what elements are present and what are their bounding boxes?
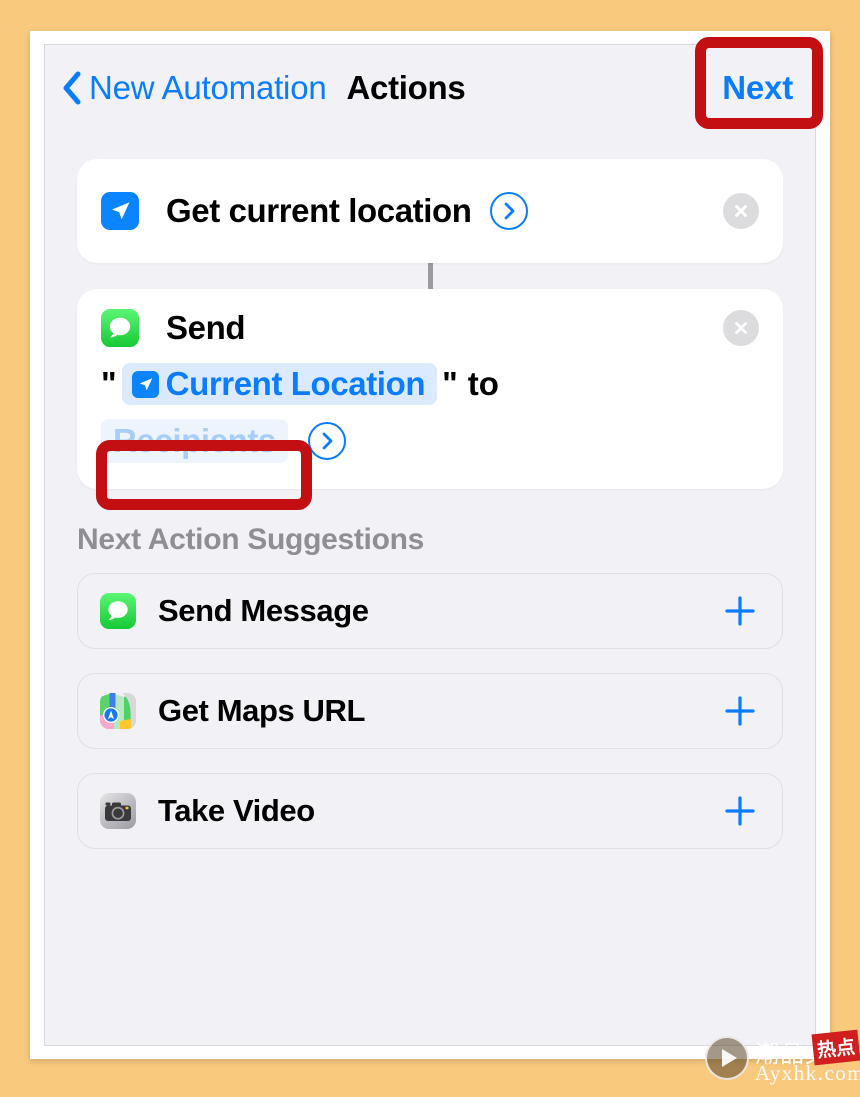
page-title: Actions bbox=[346, 69, 466, 106]
suggestion-row[interactable]: Get Maps URL bbox=[77, 673, 783, 749]
messages-icon bbox=[101, 309, 139, 347]
back-button-label[interactable]: New Automation bbox=[89, 69, 327, 107]
content-area: Get current location Send " Current Loca… bbox=[45, 159, 815, 849]
next-button[interactable]: Next bbox=[722, 69, 793, 107]
location-arrow-icon bbox=[101, 192, 139, 230]
chevron-right-circle-icon[interactable] bbox=[489, 192, 528, 230]
action-card-send-message[interactable]: Send " Current Location " to Recipients bbox=[77, 289, 783, 489]
variable-token-current-location[interactable]: Current Location bbox=[121, 363, 438, 405]
send-content-row: " Current Location " to bbox=[101, 363, 759, 405]
quote-open: " bbox=[101, 365, 117, 402]
action-card-get-current-location[interactable]: Get current location bbox=[77, 159, 783, 263]
send-recipients-row: Recipients bbox=[101, 419, 759, 463]
plus-icon[interactable] bbox=[720, 591, 760, 631]
suggestion-label: Send Message bbox=[158, 593, 369, 628]
location-arrow-icon bbox=[131, 370, 159, 398]
action-title: Send bbox=[166, 309, 246, 346]
suggestion-label: Take Video bbox=[158, 793, 315, 828]
action-title: Get current location bbox=[166, 192, 472, 229]
send-action-header-row: Send bbox=[101, 309, 759, 347]
suggestion-row[interactable]: Take Video bbox=[77, 773, 783, 849]
close-circle-icon[interactable] bbox=[723, 310, 759, 346]
suggestion-label: Get Maps URL bbox=[158, 693, 366, 728]
plus-icon[interactable] bbox=[720, 791, 760, 831]
chevron-left-icon[interactable] bbox=[59, 68, 85, 108]
suggestion-row[interactable]: Send Message bbox=[77, 573, 783, 649]
recipients-field[interactable]: Recipients bbox=[101, 419, 288, 463]
quote-close: " bbox=[442, 365, 458, 402]
camera-icon bbox=[100, 793, 136, 829]
close-circle-icon[interactable] bbox=[723, 193, 759, 229]
chevron-right-circle-icon[interactable] bbox=[307, 422, 346, 460]
plus-icon[interactable] bbox=[720, 691, 760, 731]
navigation-bar: New Automation Actions Next bbox=[45, 45, 815, 131]
action-connector-line bbox=[427, 263, 433, 289]
phone-frame: New Automation Actions Next Get current … bbox=[30, 31, 830, 1059]
app-screen: New Automation Actions Next Get current … bbox=[44, 44, 816, 1046]
variable-token-label: Current Location bbox=[165, 365, 426, 402]
connector-word: to bbox=[467, 365, 499, 402]
suggestions-header: Next Action Suggestions bbox=[77, 523, 425, 556]
watermark-url: Ayxhk.com bbox=[755, 1061, 860, 1085]
messages-icon bbox=[100, 593, 136, 629]
maps-icon bbox=[100, 693, 136, 729]
